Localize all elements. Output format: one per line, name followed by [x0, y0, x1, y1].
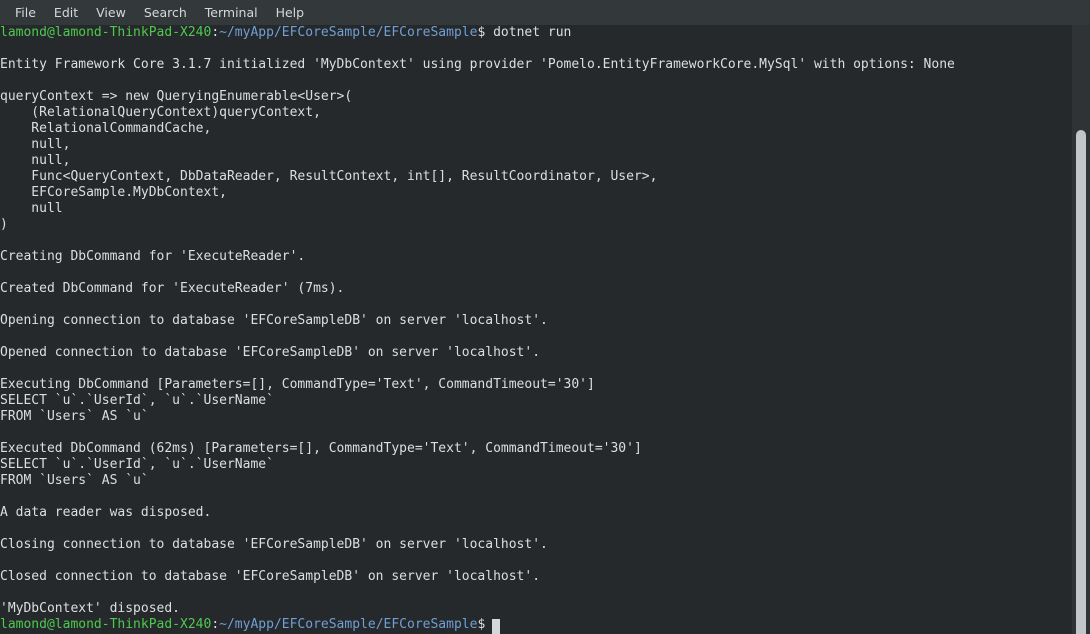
terminal-output-line: Opening connection to database 'EFCoreSa…: [0, 313, 548, 328]
prompt-path: ~/myApp/EFCoreSample/EFCoreSample: [219, 617, 478, 632]
terminal-cursor: [492, 619, 501, 634]
menu-item-terminal[interactable]: Terminal: [196, 0, 267, 25]
terminal-output-line: Created DbCommand for 'ExecuteReader' (7…: [0, 281, 345, 296]
menu-item-search[interactable]: Search: [135, 0, 196, 25]
terminal-prompt-line: lamond@lamond-ThinkPad-X240:~/myApp/EFCo…: [0, 25, 1072, 41]
menu-item-view[interactable]: View: [87, 0, 135, 25]
terminal-window: lamond@lamond-ThinkPad-X240:~/myApp/EFCo…: [0, 25, 1090, 634]
terminal-output-line: Opened connection to database 'EFCoreSam…: [0, 345, 541, 360]
prompt-user-host: lamond@lamond-ThinkPad-X240: [0, 617, 212, 632]
terminal-output-line: null: [0, 201, 63, 216]
terminal-output-line: Closed connection to database 'EFCoreSam…: [0, 569, 541, 584]
menu-item-file[interactable]: File: [6, 0, 45, 25]
terminal-output-line: ): [0, 217, 8, 232]
terminal-active-prompt-line[interactable]: lamond@lamond-ThinkPad-X240:~/myApp/EFCo…: [0, 617, 1072, 634]
prompt-separator: :: [211, 617, 220, 632]
terminal-output-line: EFCoreSample.MyDbContext,: [0, 185, 227, 200]
terminal-output-area[interactable]: lamond@lamond-ThinkPad-X240:~/myApp/EFCo…: [0, 25, 1072, 634]
terminal-output-line: Executed DbCommand (62ms) [Parameters=[]…: [0, 441, 642, 456]
terminal-output-line: Creating DbCommand for 'ExecuteReader'.: [0, 249, 306, 264]
terminal-output-line: RelationalCommandCache,: [0, 121, 212, 136]
terminal-output-line: Executing DbCommand [Parameters=[], Comm…: [0, 377, 595, 392]
terminal-output-line: FROM `Users` AS `u`: [0, 473, 149, 488]
terminal-output-line: FROM `Users` AS `u`: [0, 409, 149, 424]
terminal-output-line: A data reader was disposed.: [0, 505, 212, 520]
prompt-user-host: lamond@lamond-ThinkPad-X240: [0, 25, 212, 40]
terminal-scrollbar-thumb[interactable]: [1076, 130, 1086, 634]
terminal-output-line: SELECT `u`.`UserId`, `u`.`UserName`: [0, 457, 274, 472]
prompt-dollar: $: [477, 617, 486, 632]
terminal-output-line: Entity Framework Core 3.1.7 initialized …: [0, 57, 955, 72]
prompt-separator: :: [211, 25, 220, 40]
terminal-scrollbar-track[interactable]: [1072, 25, 1090, 634]
menu-item-help[interactable]: Help: [267, 0, 314, 25]
menu-bar: File Edit View Search Terminal Help: [0, 0, 1090, 25]
terminal-command-text: dotnet run: [485, 25, 572, 40]
terminal-output-line: null,: [0, 137, 71, 152]
menu-item-edit[interactable]: Edit: [45, 0, 87, 25]
terminal-output-line: Func<QueryContext, DbDataReader, ResultC…: [0, 169, 658, 184]
prompt-path: ~/myApp/EFCoreSample/EFCoreSample: [219, 25, 478, 40]
terminal-output-line: 'MyDbContext' disposed.: [0, 601, 181, 616]
terminal-output-line: queryContext => new QueryingEnumerable<U…: [0, 89, 353, 104]
terminal-output-line: SELECT `u`.`UserId`, `u`.`UserName`: [0, 393, 274, 408]
terminal-output-line: null,: [0, 153, 71, 168]
terminal-output-line: (RelationalQueryContext)queryContext,: [0, 105, 321, 120]
terminal-output-line: Closing connection to database 'EFCoreSa…: [0, 537, 548, 552]
